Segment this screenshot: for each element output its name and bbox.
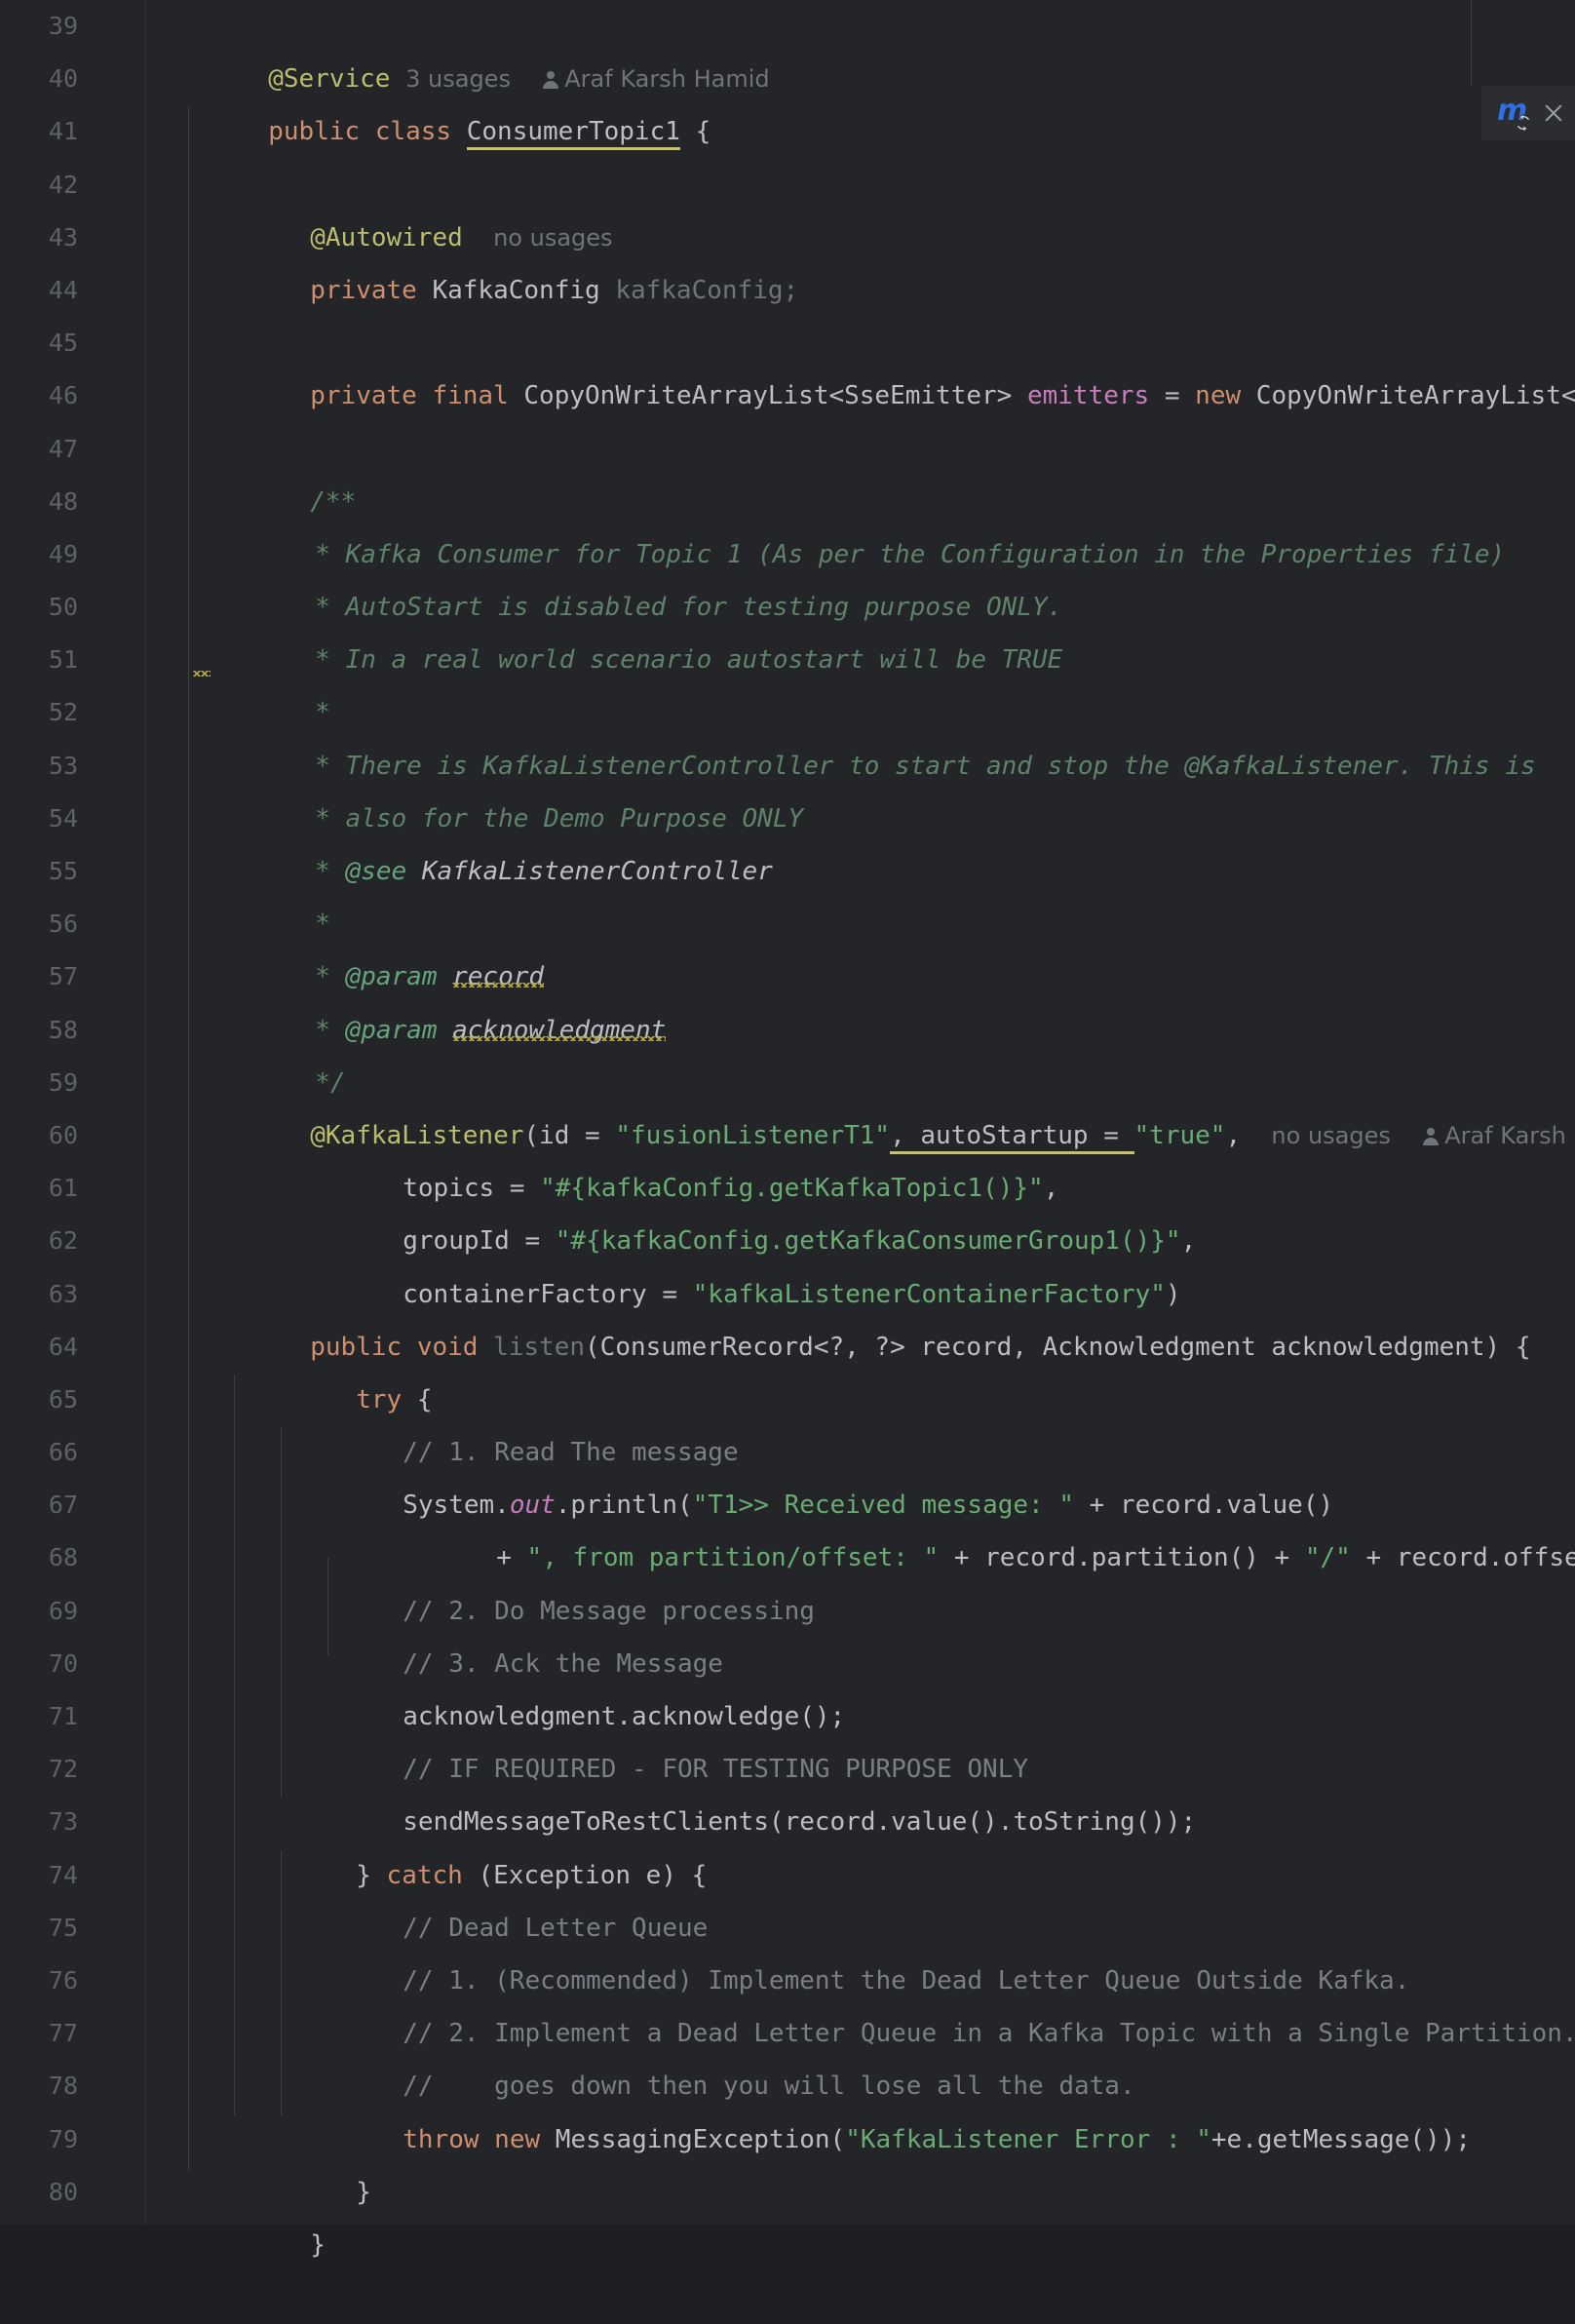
code-line[interactable]: private KafkaConfig kafkaConfig;	[146, 212, 1575, 305]
code-line[interactable]	[146, 369, 1575, 422]
line-number[interactable]: 61	[0, 1162, 125, 1215]
code-line[interactable]: }	[146, 2166, 1575, 2260]
code-line[interactable]: @Service 3 usages Araf Karsh Hamid	[146, 0, 1575, 94]
line-number[interactable]: 75	[0, 1902, 125, 1955]
line-number[interactable]: 80	[0, 2166, 125, 2219]
code-line[interactable]: // 1. (Recommended) Implement the Dead L…	[146, 1902, 1575, 1995]
line-number[interactable]: 68	[0, 1531, 125, 1584]
code-line[interactable]: *	[146, 845, 1575, 939]
code-line[interactable]: * There is KafkaListenerController to st…	[146, 686, 1575, 781]
line-number[interactable]: 41	[0, 105, 125, 158]
code-line[interactable]: containerFactory = "kafkaListenerContain…	[146, 1215, 1575, 1309]
line-number[interactable]: 46	[0, 369, 125, 422]
line-number[interactable]: 58	[0, 1004, 125, 1057]
line-number[interactable]: 54	[0, 793, 125, 845]
line-number[interactable]: 43	[0, 212, 125, 264]
code-line[interactable]: // 2. Do Message processing	[146, 1531, 1575, 1626]
line-number[interactable]: 55	[0, 845, 125, 898]
line-number[interactable]: 50	[0, 581, 125, 634]
line-number[interactable]: 48	[0, 476, 125, 528]
maven-logo-icon[interactable]: m	[1497, 97, 1531, 133]
code-line[interactable]: *	[146, 634, 1575, 727]
code-line[interactable]: // goes down then you will lose all the …	[146, 2007, 1575, 2101]
line-number[interactable]: 56	[0, 898, 125, 950]
line-number[interactable]: 49	[0, 528, 125, 581]
token-brace: }	[310, 2229, 326, 2260]
code-line[interactable]: */	[146, 1004, 1575, 1098]
line-number[interactable]: 71	[0, 1690, 125, 1743]
line-number[interactable]: 73	[0, 1796, 125, 1848]
line-number[interactable]: 79	[0, 2113, 125, 2166]
close-icon[interactable]	[1542, 101, 1565, 125]
code-line[interactable]: throw new MessagingException("KafkaListe…	[146, 2060, 1575, 2154]
code-line[interactable]: @KafkaListener(id = "fusionListenerT1", …	[146, 1057, 1575, 1154]
code-editor[interactable]: 39 40 41 42 43 44 45 46 47 48 49 50 51 5…	[0, 0, 1575, 2260]
line-number[interactable]: 39	[0, 0, 125, 53]
line-number[interactable]: 45	[0, 317, 125, 369]
line-number[interactable]: 42	[0, 159, 125, 212]
code-line[interactable]: acknowledgment.acknowledge();	[146, 1638, 1575, 1731]
code-line[interactable]: // Dead Letter Queue	[146, 1849, 1575, 1943]
editor-right-rule	[1471, 0, 1472, 86]
line-number[interactable]: 69	[0, 1585, 125, 1638]
line-number[interactable]: 67	[0, 1479, 125, 1531]
line-number-column: 39 40 41 42 43 44 45 46 47 48 49 50 51 5…	[0, 0, 125, 2219]
code-line[interactable]: /**	[146, 423, 1575, 517]
line-number[interactable]: 64	[0, 1321, 125, 1374]
floating-notification-widget[interactable]: m	[1481, 86, 1575, 140]
code-line[interactable]: sendMessageToRestClients(record.value().…	[146, 1743, 1575, 1837]
code-line[interactable]: private final CopyOnWriteArrayList<SseEm…	[146, 317, 1575, 410]
code-line[interactable]: + ", from partition/offset: " + record.p…	[146, 1479, 1575, 1572]
line-number[interactable]: 74	[0, 1849, 125, 1902]
code-line[interactable]: } catch (Exception e) {	[146, 1796, 1575, 1890]
code-line[interactable]	[146, 105, 1575, 158]
line-number[interactable]: 78	[0, 2060, 125, 2112]
code-line[interactable]: // IF REQUIRED - FOR TESTING PURPOSE ONL…	[146, 1690, 1575, 1784]
code-line[interactable]	[146, 264, 1575, 317]
line-number[interactable]: 72	[0, 1743, 125, 1796]
code-line[interactable]: try {	[146, 1321, 1575, 1414]
sync-refresh-icon[interactable]	[1513, 112, 1534, 134]
code-line[interactable]: groupId = "#{kafkaConfig.getKafkaConsume…	[146, 1162, 1575, 1256]
code-line[interactable]: * Kafka Consumer for Topic 1 (As per the…	[146, 476, 1575, 569]
line-number[interactable]: 60	[0, 1109, 125, 1162]
line-number[interactable]: 76	[0, 1955, 125, 2007]
line-number[interactable]: 47	[0, 423, 125, 476]
code-text-area[interactable]: @Service 3 usages Araf Karsh Hamid publi…	[146, 0, 1575, 2260]
line-number[interactable]: 70	[0, 1638, 125, 1690]
line-number[interactable]: 40	[0, 53, 125, 105]
code-line[interactable]: public void listen(ConsumerRecord<?, ?> …	[146, 1268, 1575, 1362]
line-number[interactable]: 63	[0, 1268, 125, 1321]
code-line[interactable]: // 2. Implement a Dead Letter Queue in a…	[146, 1955, 1575, 2048]
line-number[interactable]: 44	[0, 264, 125, 317]
line-number[interactable]: 52	[0, 686, 125, 739]
code-line[interactable]: }	[146, 2113, 1575, 2207]
line-number[interactable]: 65	[0, 1374, 125, 1426]
code-line[interactable]: public class ConsumerTopic1 {	[146, 53, 1575, 151]
line-number[interactable]: 51	[0, 634, 125, 686]
code-line[interactable]: // 1. Read The message	[146, 1374, 1575, 1467]
line-number[interactable]: 62	[0, 1215, 125, 1267]
code-line[interactable]: // 3. Ack the Message	[146, 1585, 1575, 1679]
code-line[interactable]: System.out.println("T1>> Received messag…	[146, 1426, 1575, 1520]
code-line[interactable]: topics = "#{kafkaConfig.getKafkaTopic1()…	[146, 1109, 1575, 1203]
line-number[interactable]: 59	[0, 1057, 125, 1109]
code-line[interactable]: * AutoStart is disabled for testing purp…	[146, 528, 1575, 622]
code-line[interactable]: * @param record	[146, 898, 1575, 991]
code-line[interactable]: * @param acknowledgment	[146, 950, 1575, 1045]
code-line[interactable]: @Autowired no usages	[146, 159, 1575, 252]
typo-squiggle	[193, 671, 211, 678]
code-line[interactable]: * also for the Demo Purpose ONLY	[146, 740, 1575, 833]
code-line[interactable]: * @see KafkaListenerController	[146, 793, 1575, 886]
line-number[interactable]: 66	[0, 1426, 125, 1479]
editor-gutter[interactable]: 39 40 41 42 43 44 45 46 47 48 49 50 51 5…	[0, 0, 146, 2225]
line-number[interactable]: 77	[0, 2007, 125, 2060]
code-lines[interactable]: @Service 3 usages Araf Karsh Hamid publi…	[146, 0, 1575, 2260]
line-number[interactable]: 57	[0, 950, 125, 1003]
line-number[interactable]: 53	[0, 740, 125, 793]
code-line[interactable]: * In a real world scenario autostart wil…	[146, 581, 1575, 675]
